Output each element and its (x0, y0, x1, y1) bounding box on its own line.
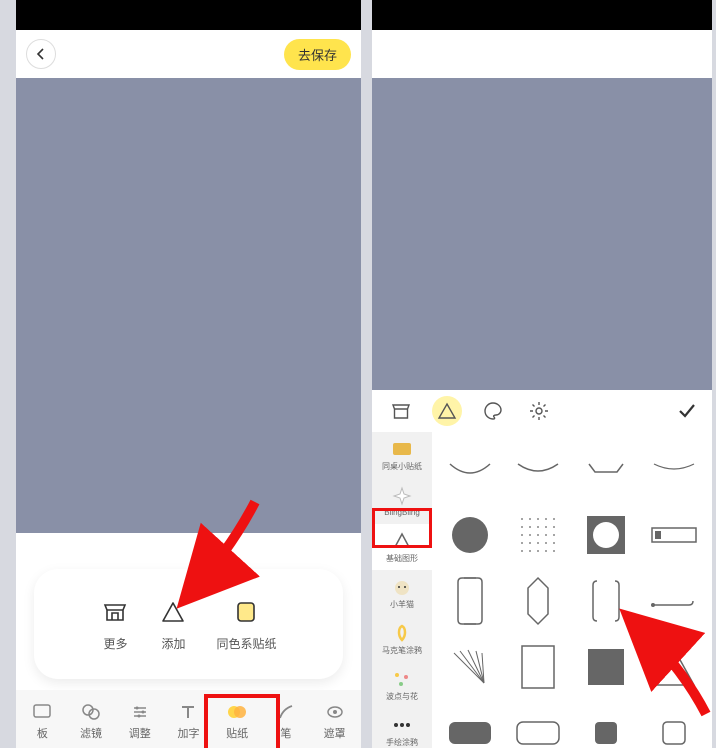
tool-adjust[interactable]: 调整 (117, 701, 163, 741)
shape-item[interactable] (574, 570, 638, 632)
sticker-option-add[interactable]: 添加 (158, 597, 188, 652)
screen-right: 同桌小贴纸 BlingBling 基础图形 小羊猫 马克笔涂鸦 (372, 0, 712, 748)
shape-item[interactable] (642, 504, 706, 566)
shape-item[interactable] (642, 636, 706, 698)
cat-little-cat[interactable]: 小羊猫 (372, 570, 432, 616)
shape-item[interactable] (574, 438, 638, 500)
sheet-tab-settings[interactable] (524, 396, 554, 426)
tool-label: 滤镜 (80, 725, 102, 741)
cat-label: 波点与花 (386, 691, 418, 702)
shape-item[interactable] (438, 504, 502, 566)
sheet-tab-store[interactable] (386, 396, 416, 426)
save-button[interactable]: 去保存 (284, 39, 351, 70)
top-bar (372, 30, 712, 78)
status-bar (16, 0, 361, 30)
palette-icon (483, 401, 503, 421)
sheet-tabs (372, 390, 712, 432)
canvas-area[interactable] (372, 78, 712, 390)
shape-item[interactable] (642, 702, 706, 748)
shape-item[interactable] (642, 570, 706, 632)
shape-item[interactable] (506, 570, 570, 632)
cat-hand-draw[interactable]: 手绘涂鸦 (372, 708, 432, 748)
tool-label: 加字 (177, 725, 199, 741)
tool-board[interactable]: 板 (19, 701, 65, 741)
bottom-toolbar: 板 滤镜 调整 加字 贴纸 笔 遮罩 (16, 690, 361, 748)
shape-item[interactable] (574, 636, 638, 698)
shape-item[interactable] (506, 438, 570, 500)
store-icon (391, 401, 411, 421)
sticker-option-same-color[interactable]: 同色系贴纸 (216, 597, 276, 652)
sheet-tab-palette[interactable] (478, 396, 508, 426)
cat-label: 手绘涂鸦 (386, 737, 418, 748)
shape-item[interactable] (506, 702, 570, 748)
tool-label: 遮罩 (324, 725, 346, 741)
sticker-option-label: 同色系贴纸 (216, 635, 276, 652)
sticker-option-more[interactable]: 更多 (100, 597, 130, 652)
top-bar: 去保存 (16, 30, 361, 78)
tool-mask[interactable]: 遮罩 (312, 701, 358, 741)
cat-label: 同桌小贴纸 (382, 461, 422, 472)
cat-label: 马克笔涂鸦 (382, 645, 422, 656)
checkmark-icon (676, 400, 698, 422)
shape-item[interactable] (506, 504, 570, 566)
store-icon (100, 597, 130, 627)
cat-label: 基础图形 (386, 553, 418, 564)
tool-filter[interactable]: 滤镜 (68, 701, 114, 741)
shape-item[interactable] (438, 636, 502, 698)
cat-dots[interactable]: 波点与花 (372, 662, 432, 708)
triangle-sparkle-icon (437, 401, 457, 421)
cat-label: 小羊猫 (390, 599, 414, 610)
sticker-popup: 更多 添加 同色系贴纸 (34, 569, 343, 679)
sticker-sheet: 同桌小贴纸 BlingBling 基础图形 小羊猫 马克笔涂鸦 (372, 390, 712, 748)
shape-item[interactable] (506, 636, 570, 698)
canvas-area[interactable] (16, 78, 361, 533)
shape-item[interactable] (642, 438, 706, 500)
back-button[interactable] (26, 39, 56, 69)
shape-item[interactable] (574, 702, 638, 748)
color-card-icon (231, 597, 261, 627)
cat-same-desk[interactable]: 同桌小贴纸 (372, 432, 432, 478)
sticker-option-label: 添加 (161, 635, 185, 652)
shape-item[interactable] (438, 438, 502, 500)
tool-label: 板 (37, 725, 48, 741)
shape-item[interactable] (574, 504, 638, 566)
highlight-basic-shape (372, 508, 432, 548)
sheet-body: 同桌小贴纸 BlingBling 基础图形 小羊猫 马克笔涂鸦 (372, 432, 712, 748)
screen-left: 去保存 更多 添加 同色系贴纸 板 滤镜 (16, 0, 361, 748)
cat-marker[interactable]: 马克笔涂鸦 (372, 616, 432, 662)
shape-grid[interactable] (432, 432, 712, 748)
sticker-option-label: 更多 (103, 635, 127, 652)
sheet-tab-shape[interactable] (432, 396, 462, 426)
highlight-sticker-tool (204, 694, 280, 748)
done-button[interactable] (676, 400, 698, 422)
shape-item[interactable] (438, 702, 502, 748)
category-column[interactable]: 同桌小贴纸 BlingBling 基础图形 小羊猫 马克笔涂鸦 (372, 432, 432, 748)
tool-label: 笔 (280, 725, 291, 741)
gear-icon (529, 401, 549, 421)
triangle-sparkle-icon (158, 597, 188, 627)
status-bar (372, 0, 712, 30)
shape-item[interactable] (438, 570, 502, 632)
chevron-left-icon (35, 48, 47, 60)
tool-label: 调整 (129, 725, 151, 741)
